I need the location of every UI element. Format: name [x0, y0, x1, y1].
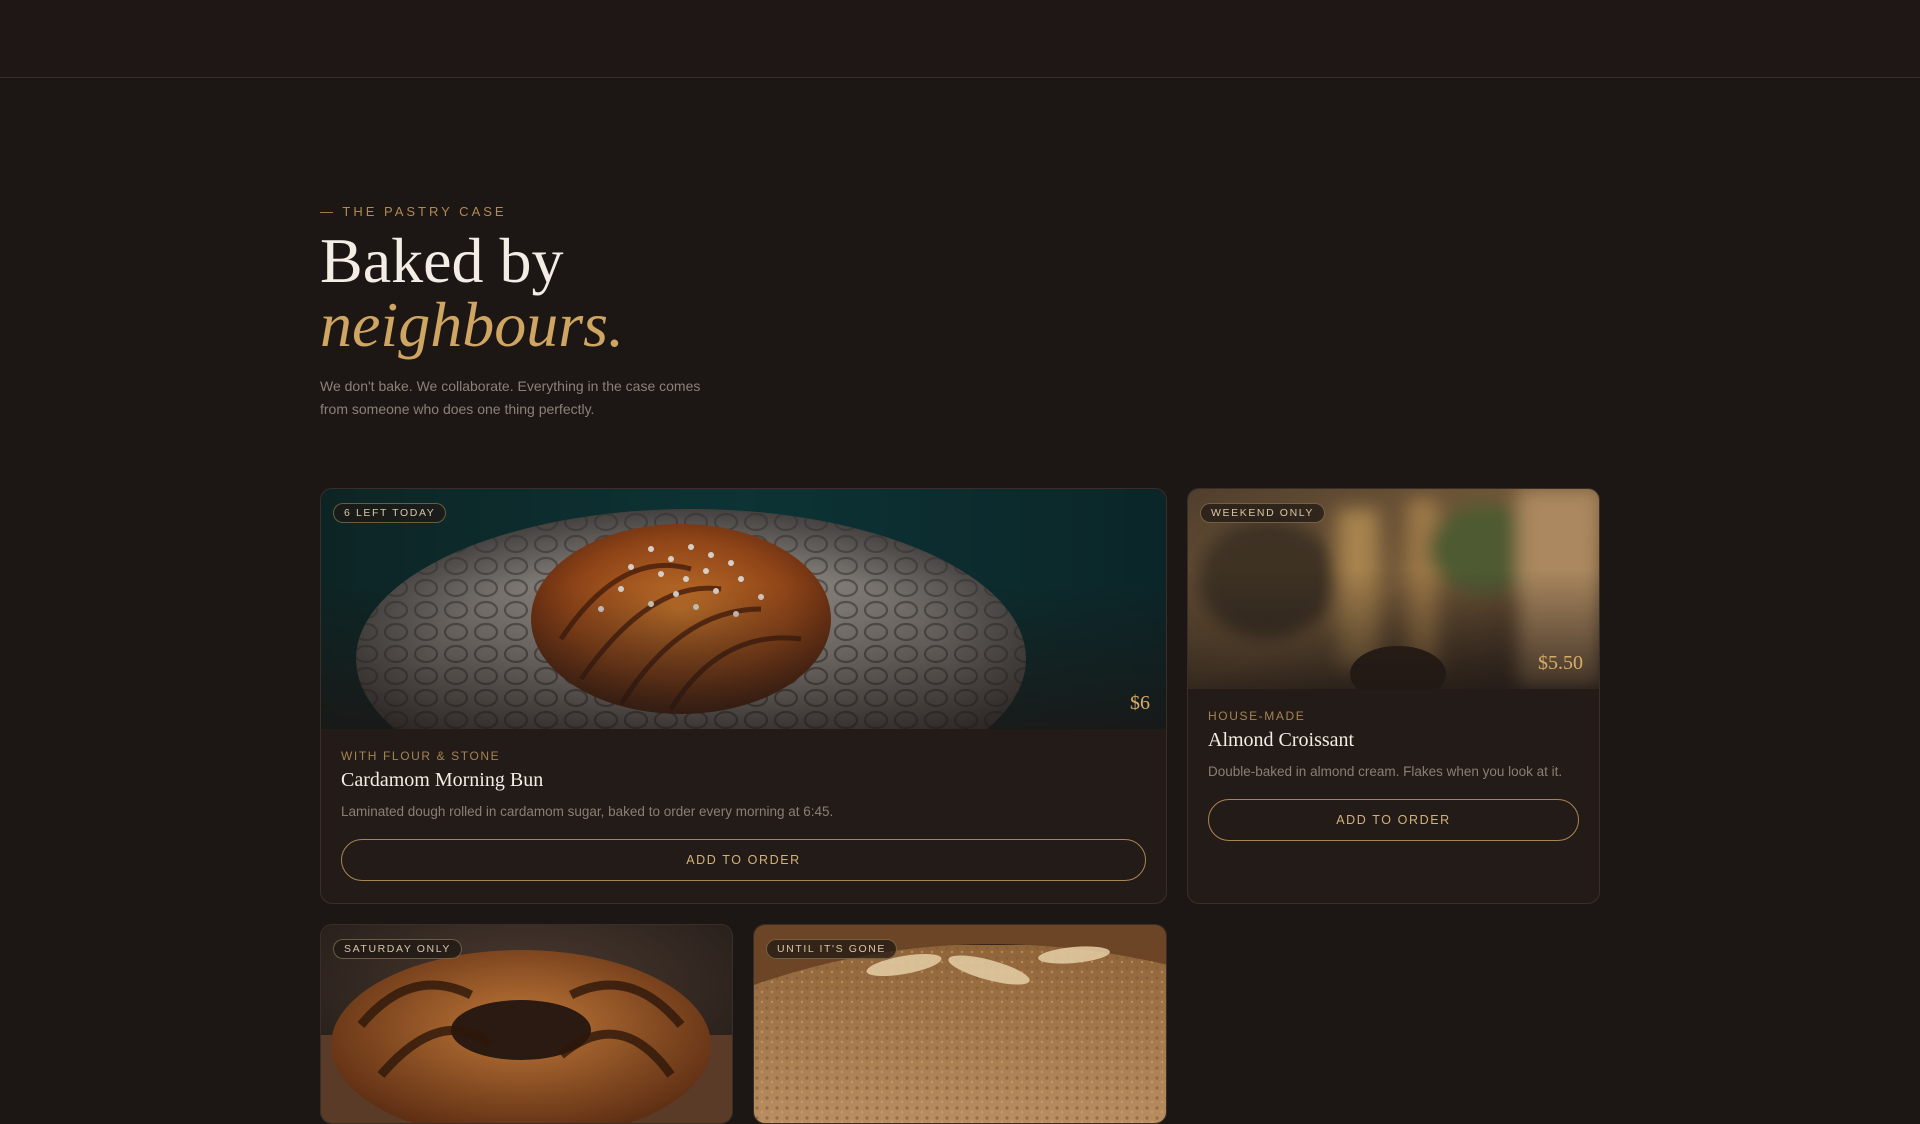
price-label: $6 [1130, 692, 1150, 714]
availability-badge: WEEKEND ONLY [1200, 503, 1326, 523]
price-label: $5.50 [1538, 652, 1583, 674]
card-body: HOUSE-MADE Almond Croissant Double-baked… [1188, 689, 1599, 861]
intro-description: We don't bake. We collaborate. Everythin… [320, 378, 701, 417]
card-body: WITH FLOUR & STONE Cardamom Morning Bun … [321, 729, 1166, 901]
product-card-saturday: SATURDAY ONLY [320, 924, 733, 1124]
add-to-order-button[interactable]: ADD TO ORDER [341, 839, 1146, 881]
section-eyebrow: — THE PASTRY CASE [320, 204, 507, 219]
availability-badge: SATURDAY ONLY [333, 939, 462, 959]
page-title: Baked by neighbours. [320, 229, 920, 357]
intro-section: — THE PASTRY CASE Baked by neighbours. W… [320, 204, 920, 421]
maker-label: WITH FLOUR & STONE [341, 749, 501, 763]
page-title-line2: neighbours. [320, 289, 624, 360]
product-image-cardamom-bun: 6 LEFT TODAY $6 [321, 489, 1166, 729]
maker-label: HOUSE-MADE [1208, 709, 1306, 723]
product-card-almond-croissant: WEEKEND ONLY $5.50 HOUSE-MADE Almond Cro… [1187, 488, 1600, 904]
product-image-until-gone: UNTIL IT'S GONE [754, 925, 1166, 1123]
product-image-almond-croissant: WEEKEND ONLY $5.50 [1188, 489, 1599, 689]
product-name: Cardamom Morning Bun [341, 769, 544, 791]
product-description: Laminated dough rolled in cardamom sugar… [341, 804, 834, 819]
add-to-order-button[interactable]: ADD TO ORDER [1208, 799, 1579, 841]
product-description: Double-baked in almond cream. Flakes whe… [1208, 764, 1563, 779]
image-shade [321, 585, 1166, 729]
product-card-cardamom-bun: 6 LEFT TODAY $6 WITH FLOUR & STONE Carda… [320, 488, 1167, 904]
top-bar [0, 0, 1920, 78]
availability-badge: UNTIL IT'S GONE [766, 939, 898, 959]
product-image-saturday: SATURDAY ONLY [321, 925, 732, 1123]
product-name: Almond Croissant [1208, 729, 1355, 751]
availability-badge: 6 LEFT TODAY [333, 503, 447, 523]
page-title-line1: Baked by [320, 225, 564, 296]
product-card-until-gone: UNTIL IT'S GONE [753, 924, 1167, 1124]
